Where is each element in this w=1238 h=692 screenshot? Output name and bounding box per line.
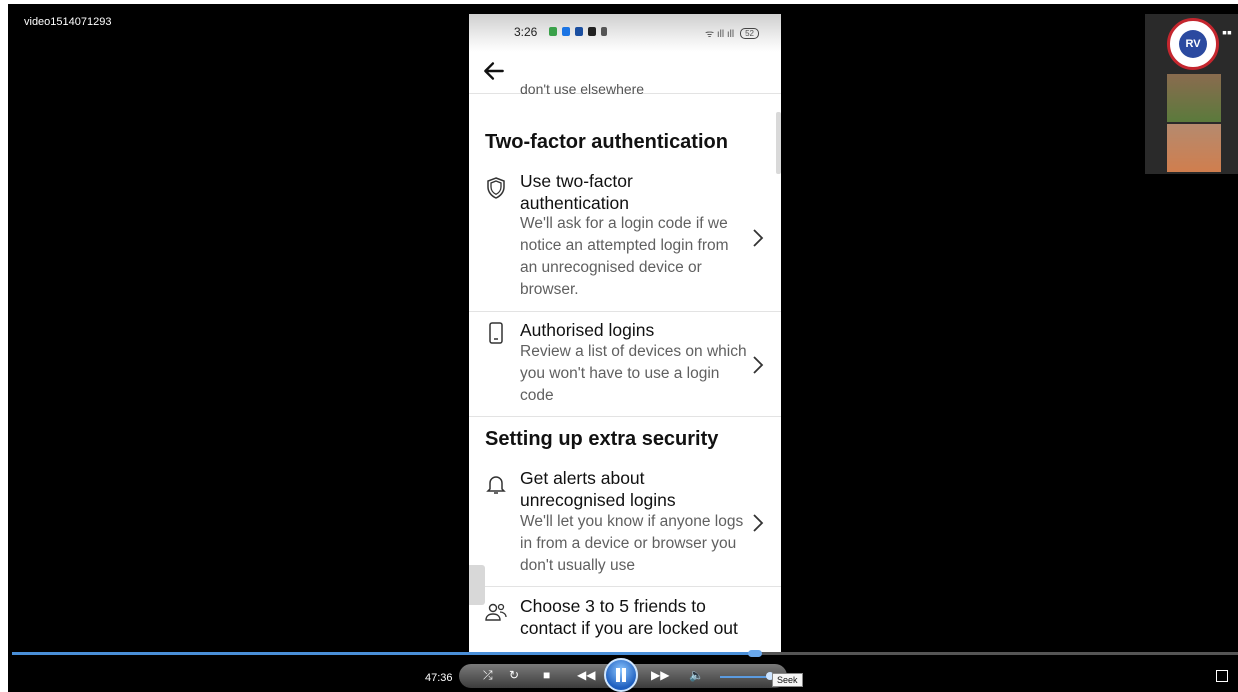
item-title: Choose 3 to 5 friends to contact if you … bbox=[520, 596, 738, 638]
next-icon[interactable]: ▶▶ bbox=[651, 668, 669, 682]
chevron-right-icon bbox=[753, 514, 764, 532]
list-item-login-alerts[interactable]: Get alerts about unrecognised logins We'… bbox=[469, 467, 781, 585]
list-item-authorised-logins[interactable]: Authorised logins Review a list of devic… bbox=[469, 319, 781, 415]
wifi-icon: ᯤ ıll ıll bbox=[704, 29, 735, 40]
battery-icon: 52 bbox=[740, 27, 759, 39]
bell-icon bbox=[486, 476, 506, 494]
webcam-participant bbox=[1167, 74, 1221, 122]
phone-icon bbox=[489, 322, 503, 344]
side-panel-handle[interactable] bbox=[469, 565, 485, 605]
scrollbar-thumb[interactable] bbox=[776, 112, 781, 174]
phone-status-bar: 3:26 ᯤ ıll ıll 52 bbox=[469, 14, 781, 52]
webcam-panel: RV ▪▪ bbox=[1145, 14, 1238, 174]
item-title: Authorised logins bbox=[520, 320, 655, 340]
pause-icon bbox=[616, 668, 626, 682]
shield-icon bbox=[487, 177, 505, 199]
webcam-participant bbox=[1167, 124, 1221, 172]
app-bar: don't use elsewhere bbox=[469, 52, 781, 97]
item-title: Use two-factor authentication bbox=[520, 171, 633, 213]
back-arrow-icon[interactable] bbox=[481, 58, 507, 84]
item-description: We'll let you know if anyone logs in fro… bbox=[520, 513, 744, 574]
layout-grid-icon[interactable]: ▪▪ bbox=[1222, 24, 1232, 40]
stop-icon[interactable]: ■ bbox=[543, 668, 550, 682]
list-item-trusted-contacts[interactable]: Choose 3 to 5 friends to contact if you … bbox=[469, 595, 781, 654]
volume-slider[interactable] bbox=[720, 676, 772, 678]
phone-screen: 3:26 ᯤ ıll ıll 52 don't use elsewhere Tw… bbox=[469, 14, 781, 654]
switch-to-library-icon[interactable] bbox=[1216, 670, 1228, 682]
status-right: ᯤ ıll ıll 52 bbox=[705, 26, 759, 40]
seek-bar-progress bbox=[12, 652, 760, 655]
institution-logo: RV bbox=[1167, 18, 1219, 70]
seek-thumb[interactable] bbox=[748, 650, 762, 657]
repeat-icon[interactable]: ↻ bbox=[509, 668, 519, 682]
divider bbox=[469, 416, 781, 417]
seek-tooltip: Seek bbox=[772, 673, 803, 687]
friends-icon bbox=[485, 603, 507, 621]
section-title-extra-security: Setting up extra security bbox=[485, 428, 719, 450]
chevron-right-icon bbox=[753, 229, 764, 247]
video-title: video1514071293 bbox=[24, 16, 112, 28]
notification-icons bbox=[549, 27, 607, 36]
seek-bar[interactable] bbox=[12, 652, 1238, 655]
elapsed-time: 47:36 bbox=[425, 672, 453, 684]
shuffle-icon[interactable]: ⤮ bbox=[483, 668, 493, 683]
item-title: Get alerts about unrecognised logins bbox=[520, 468, 676, 510]
status-time: 3:26 bbox=[514, 25, 538, 39]
divider bbox=[469, 586, 781, 587]
section-title-two-factor: Two-factor authentication bbox=[485, 131, 728, 153]
divider bbox=[469, 311, 781, 312]
chevron-right-icon bbox=[753, 356, 764, 374]
item-description: We'll ask for a login code if we notice … bbox=[520, 215, 729, 298]
previous-icon[interactable]: ◀◀ bbox=[577, 668, 595, 682]
pause-button[interactable] bbox=[604, 658, 638, 692]
mute-icon[interactable]: 🔈 bbox=[689, 668, 704, 682]
logo-text: RV bbox=[1179, 30, 1207, 58]
item-description: Review a list of devices on which you wo… bbox=[520, 343, 747, 404]
previous-item-text: don't use elsewhere bbox=[520, 81, 645, 97]
list-item-use-two-factor[interactable]: Use two-factor authentication We'll ask … bbox=[469, 170, 781, 312]
